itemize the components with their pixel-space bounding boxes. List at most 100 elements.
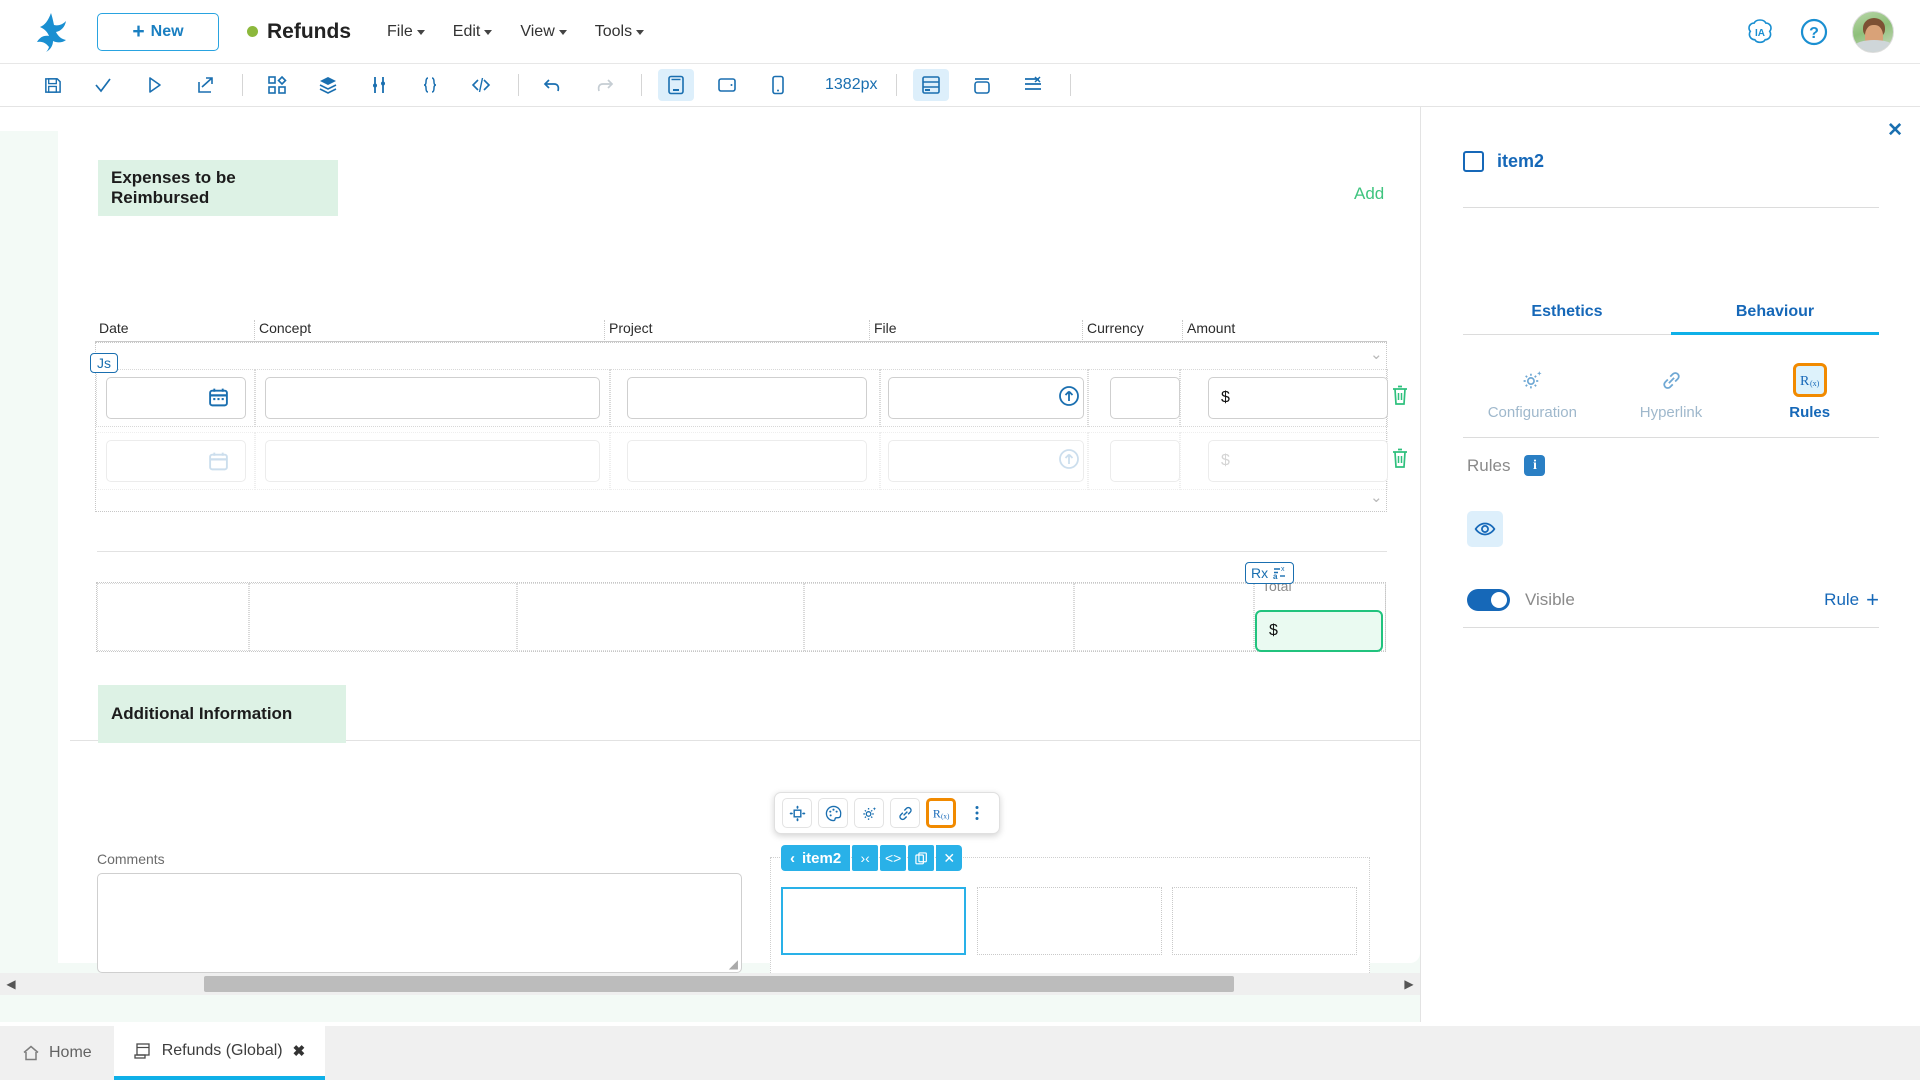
rules-rx-icon[interactable]: R(x) — [926, 798, 956, 828]
item2-selected-cell[interactable] — [781, 887, 966, 955]
export-share-icon[interactable] — [187, 69, 223, 101]
menu-tools[interactable]: Tools — [595, 23, 644, 41]
align-icon[interactable] — [1015, 69, 1051, 101]
design-canvas[interactable]: Expenses to be Reimbursed Add Date Conce… — [0, 107, 1420, 1022]
add-rule-button[interactable]: Rule + — [1824, 589, 1879, 611]
tablet-view-icon[interactable] — [709, 69, 745, 101]
upload-icon[interactable] — [1058, 385, 1080, 407]
menu-view[interactable]: View — [520, 23, 566, 41]
row1-delete-button[interactable] — [1390, 384, 1410, 406]
row2-amount-value: $ — [1221, 452, 1230, 470]
js-badge[interactable]: Js — [90, 353, 118, 373]
subtab-hyperlink[interactable]: Hyperlink — [1602, 363, 1741, 431]
total-cell-2 — [249, 583, 517, 651]
panel-divider-3 — [1463, 627, 1879, 628]
row1-concept-input[interactable] — [265, 377, 600, 419]
undo-icon[interactable] — [535, 69, 571, 101]
toolbar-divider — [896, 74, 897, 96]
help-icon[interactable]: ? — [1798, 16, 1830, 48]
panel-element-name: item2 — [1497, 151, 1544, 172]
resize-handle-icon[interactable]: ◢ — [729, 957, 738, 971]
components-grid-icon[interactable] — [259, 69, 295, 101]
add-expense-link[interactable]: Add — [1354, 184, 1384, 204]
info-icon[interactable]: i — [1524, 455, 1545, 476]
palette-icon[interactable] — [818, 798, 848, 828]
total-rx-badge[interactable]: Rx xa — [1245, 562, 1294, 584]
app-logo-icon[interactable] — [30, 10, 72, 54]
element-checkbox[interactable] — [1463, 151, 1484, 172]
taskbar-home-label: Home — [49, 1044, 92, 1062]
mobile-view-icon[interactable] — [760, 69, 796, 101]
new-button[interactable]: + New — [97, 13, 219, 51]
desktop-view-icon[interactable] — [658, 69, 694, 101]
close-icon[interactable]: ✕ — [936, 845, 962, 871]
top-bar-actions: IA ? — [1744, 11, 1894, 53]
scrollbar-thumb[interactable] — [204, 976, 1234, 992]
item4-cell[interactable] — [1172, 887, 1357, 955]
taskbar-tab-label: Refunds (Global) — [162, 1042, 283, 1060]
row1-amount-input[interactable]: $ — [1208, 377, 1388, 419]
chevron-down-icon[interactable]: ⌄ — [1370, 488, 1383, 506]
settings-gear-icon[interactable] — [854, 798, 884, 828]
close-icon[interactable]: ✕ — [1887, 119, 1903, 142]
calendar-icon[interactable] — [208, 387, 229, 408]
visible-toggle[interactable] — [1467, 589, 1510, 611]
col-currency: Currency — [1083, 320, 1183, 342]
widget-float-toolbar[interactable]: R(x) — [774, 792, 1000, 834]
row1-project-input[interactable] — [627, 377, 867, 419]
row2-concept-input — [265, 440, 600, 482]
item3-cell[interactable] — [977, 887, 1162, 955]
avatar[interactable] — [1852, 11, 1894, 53]
more-options-icon[interactable] — [962, 798, 992, 828]
row2-file-input — [888, 440, 1084, 482]
ia-icon[interactable]: IA — [1744, 16, 1776, 48]
scroll-left-arrow-icon[interactable]: ◀ — [0, 977, 22, 991]
grid-layout-icon[interactable] — [913, 69, 949, 101]
code-icon[interactable] — [463, 69, 499, 101]
scrollbar-track[interactable] — [22, 973, 1398, 995]
row1-file-input[interactable] — [888, 377, 1084, 419]
menu-file[interactable]: File — [387, 23, 425, 41]
scroll-right-arrow-icon[interactable]: ▶ — [1398, 977, 1420, 991]
taskbar-tab-close-icon[interactable]: ✖ — [293, 1042, 306, 1060]
variables-icon[interactable] — [361, 69, 397, 101]
redo-icon[interactable] — [586, 69, 622, 101]
row1-currency-input[interactable] — [1110, 377, 1180, 419]
comments-textarea[interactable]: ◢ — [97, 873, 742, 973]
validate-check-icon[interactable] — [85, 69, 121, 101]
selected-widget-name: item2 — [802, 850, 841, 867]
container-icon[interactable] — [964, 69, 1000, 101]
menu-edit-label: Edit — [453, 23, 481, 41]
menu-file-label: File — [387, 23, 413, 41]
widget-selection-tag[interactable]: ‹ item2 ›‹ <> ✕ — [781, 845, 962, 871]
run-play-icon[interactable] — [136, 69, 172, 101]
code-brackets-icon[interactable]: <> — [880, 845, 906, 871]
chevron-up-icon[interactable]: ⌄ — [1370, 345, 1383, 363]
taskbar-home-button[interactable]: Home — [0, 1026, 114, 1080]
bottom-taskbar: Home Refunds (Global) ✖ — [0, 1026, 1920, 1080]
resize-icon[interactable]: ›‹ — [852, 845, 878, 871]
menu-edit[interactable]: Edit — [453, 23, 493, 41]
visibility-rule-button[interactable] — [1467, 511, 1503, 547]
move-icon[interactable] — [782, 798, 812, 828]
subtab-configuration[interactable]: Configuration — [1463, 363, 1602, 431]
taskbar-tab-refunds[interactable]: Refunds (Global) ✖ — [114, 1026, 326, 1080]
formula-icon: xa — [1272, 565, 1288, 581]
row2-delete-button[interactable] — [1390, 447, 1410, 469]
visible-rule-row: Visible Rule + — [1467, 589, 1879, 611]
total-amount-field[interactable]: $ — [1255, 610, 1383, 652]
save-icon[interactable] — [34, 69, 70, 101]
layers-icon[interactable] — [310, 69, 346, 101]
panel-tabs: Esthetics Behaviour — [1463, 303, 1879, 335]
hyperlink-icon[interactable] — [890, 798, 920, 828]
braces-icon[interactable] — [412, 69, 448, 101]
canvas-horizontal-scrollbar[interactable]: ◀ ▶ — [0, 973, 1420, 995]
canvas-width-label[interactable]: 1382px — [825, 76, 878, 94]
tab-behaviour[interactable]: Behaviour — [1671, 303, 1879, 335]
tab-esthetics[interactable]: Esthetics — [1463, 303, 1671, 335]
svg-text:IA: IA — [1755, 28, 1765, 39]
selected-widget-name-button[interactable]: ‹ item2 — [781, 845, 850, 871]
subtab-rules[interactable]: R(x) Rules — [1740, 363, 1879, 431]
row1-amount-value: $ — [1221, 389, 1230, 407]
duplicate-icon[interactable] — [908, 845, 934, 871]
